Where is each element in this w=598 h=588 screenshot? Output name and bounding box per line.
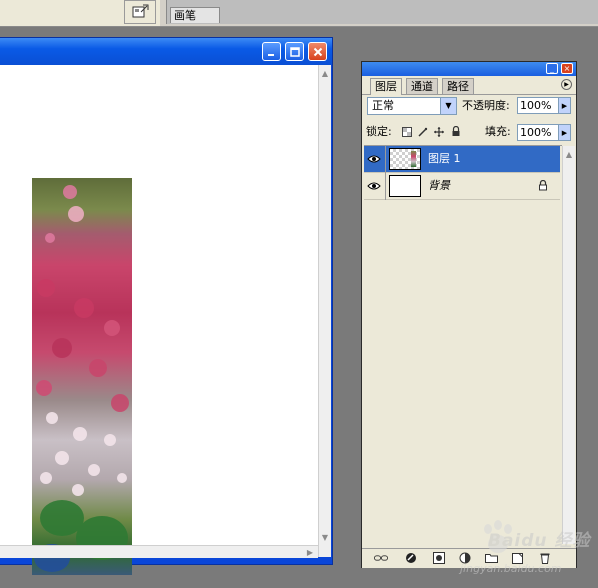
layer-style-icon[interactable] — [404, 552, 418, 564]
palette-well-button[interactable] — [124, 0, 156, 24]
mask-icon[interactable] — [432, 552, 446, 564]
layers-scrollbar[interactable]: ▲ — [562, 146, 575, 544]
opacity-field[interactable]: 100% — [517, 97, 559, 114]
scroll-up-icon[interactable]: ▲ — [563, 148, 575, 160]
close-icon — [313, 47, 322, 56]
layers-list: 图层 1 背景 — [364, 145, 562, 545]
close-button[interactable] — [308, 42, 327, 61]
tab-layers[interactable]: 图层 — [370, 78, 402, 95]
tab-paths[interactable]: 路径 — [442, 78, 474, 94]
eye-icon[interactable] — [367, 180, 381, 192]
lock-label: 锁定: — [366, 125, 392, 138]
horizontal-scrollbar[interactable]: ▶ — [0, 545, 318, 558]
panel-menu-button[interactable]: ▶ — [561, 79, 572, 90]
maximize-button[interactable] — [285, 42, 304, 61]
layer-name[interactable]: 背景 — [428, 179, 450, 193]
lock-transparency-icon[interactable] — [401, 126, 412, 137]
palette-well — [166, 0, 598, 24]
canvas[interactable] — [0, 65, 318, 575]
watermark: Baidu 经验 jingyan.baidu.com — [452, 520, 592, 582]
tab-channels[interactable]: 通道 — [406, 78, 438, 94]
panel-minimize-button[interactable]: _ — [546, 63, 558, 74]
panel-tabs: 图层 通道 路径 ▶ — [362, 76, 576, 95]
minimize-button[interactable] — [262, 42, 281, 61]
fill-field[interactable]: 100% — [517, 124, 559, 141]
lock-image-pixels-icon[interactable] — [417, 126, 428, 137]
options-bar: 画笔 — [0, 0, 598, 27]
fill-arrow-button[interactable]: ▶ — [558, 124, 571, 141]
minimize-icon — [267, 53, 274, 56]
palette-well-icon — [132, 4, 149, 18]
link-icon[interactable] — [374, 552, 388, 564]
layer-row-layer1[interactable]: 图层 1 — [364, 146, 560, 173]
vertical-scrollbar[interactable]: ▲ ▼ — [318, 65, 331, 557]
panel-close-button[interactable]: × — [561, 63, 573, 74]
eye-divider — [385, 173, 386, 200]
blend-mode-select[interactable]: 正常 ▼ — [367, 97, 457, 115]
flower-image — [32, 178, 132, 575]
layer-thumbnail — [389, 175, 421, 197]
layer-row-background[interactable]: 背景 — [364, 173, 560, 200]
chevron-right-icon: ▶ — [561, 101, 568, 110]
minimize-icon: _ — [550, 63, 554, 73]
document-window: ▲ ▼ ▶ — [0, 37, 333, 575]
fill-label: 填充: — [485, 125, 511, 138]
opacity-label: 不透明度: — [462, 99, 510, 112]
document-titlebar[interactable] — [0, 38, 332, 65]
flower-texture — [34, 185, 129, 572]
lock-position-icon[interactable] — [433, 126, 444, 137]
brush-tab[interactable]: 画笔 — [170, 7, 220, 23]
eye-divider — [385, 146, 386, 173]
chevron-right-icon: ▶ — [561, 128, 568, 137]
opacity-arrow-button[interactable]: ▶ — [558, 97, 571, 114]
watermark-url: jingyan.baidu.com — [460, 562, 562, 575]
scroll-up-icon[interactable]: ▲ — [319, 67, 331, 79]
watermark-brand: Baidu 经验 — [488, 531, 591, 551]
eye-icon[interactable] — [367, 153, 381, 165]
blend-mode-value: 正常 — [372, 99, 394, 112]
layer-thumbnail — [389, 148, 421, 170]
layers-panel: _ × 图层 通道 路径 ▶ 正常 ▼ 不透明度: 100% ▶ 锁定: 填充:… — [361, 61, 577, 568]
lock-all-icon[interactable] — [450, 126, 461, 137]
maximize-icon — [289, 46, 300, 57]
lock-icon — [538, 179, 548, 191]
scroll-right-icon[interactable]: ▶ — [304, 546, 316, 558]
close-icon: × — [563, 63, 571, 73]
layer-name[interactable]: 图层 1 — [428, 152, 461, 166]
scroll-down-icon[interactable]: ▼ — [319, 531, 331, 543]
play-icon: ▶ — [564, 81, 569, 88]
chevron-down-icon: ▼ — [440, 98, 456, 114]
panel-titlebar[interactable] — [362, 62, 576, 76]
